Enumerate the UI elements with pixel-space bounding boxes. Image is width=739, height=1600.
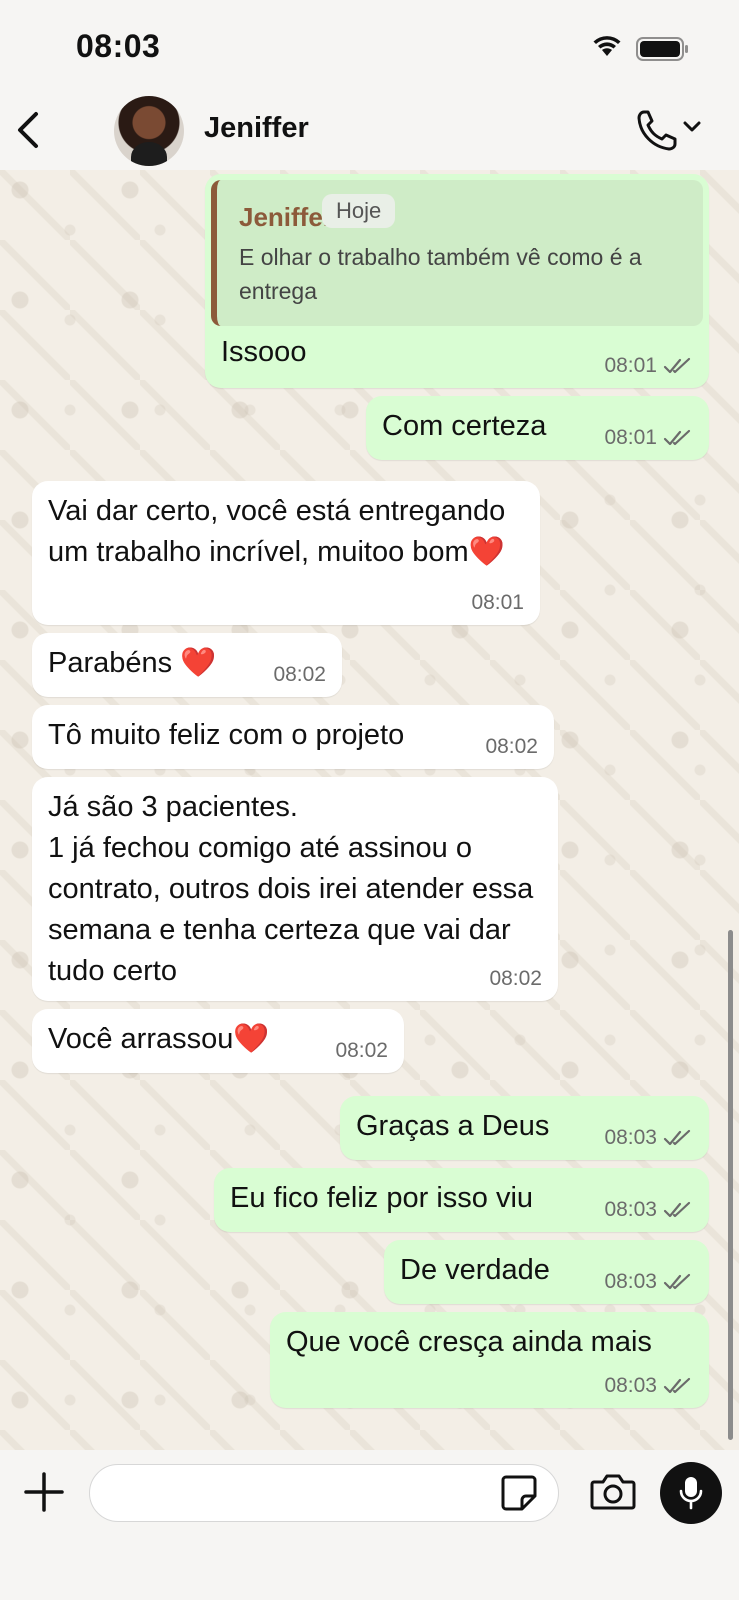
message-time: 08:02 — [485, 735, 538, 758]
message-time: 08:01 — [471, 591, 524, 614]
reply-quote-sender: Jeniffer — [239, 202, 333, 232]
message-time: 08:03 — [604, 1270, 657, 1293]
message-time: 08:02 — [335, 1039, 388, 1062]
microphone-icon — [679, 1477, 703, 1510]
contact-name[interactable]: Jeniffer — [204, 112, 309, 145]
double-check-icon — [663, 357, 691, 374]
chat-header: Jeniffer — [0, 90, 739, 170]
message-meta: 08:03 — [604, 1374, 693, 1398]
message-incoming[interactable]: Já são 3 pacientes. 1 já fechou comigo a… — [32, 777, 558, 1001]
message-meta: 08:03 — [604, 1126, 693, 1150]
message-meta: 08:03 — [604, 1270, 693, 1294]
message-outgoing[interactable]: Que você cresça ainda mais 08:03 — [270, 1312, 709, 1408]
camera-icon[interactable] — [590, 1472, 636, 1512]
message-time: 08:01 — [604, 426, 657, 449]
reply-quote[interactable]: Jeniffer E olhar o trabalho também vê co… — [211, 180, 703, 326]
message-incoming[interactable]: Você arrassou❤️ 08:02 — [32, 1009, 404, 1073]
message-meta: 08:02 — [489, 967, 542, 991]
double-check-icon — [663, 1201, 691, 1218]
message-time: 08:02 — [489, 967, 542, 990]
message-text: Vai dar certo, você está entregando um t… — [48, 495, 506, 568]
message-incoming[interactable]: Parabéns ❤️ 08:02 — [32, 633, 342, 697]
message-meta: 08:02 — [335, 1039, 388, 1063]
double-check-icon — [663, 429, 691, 446]
status-bar: 08:03 — [0, 0, 739, 90]
message-composer — [0, 1450, 739, 1600]
message-text: Tô muito feliz com o projeto — [48, 719, 405, 751]
message-text: Issooo — [221, 336, 307, 368]
microphone-button[interactable] — [660, 1462, 722, 1524]
reply-quote-text: E olhar o trabalho também vê como é a en… — [239, 244, 642, 304]
message-incoming[interactable]: Tô muito feliz com o projeto 08:02 — [32, 705, 554, 769]
sticker-icon[interactable] — [500, 1474, 538, 1512]
message-outgoing[interactable]: Eu fico feliz por isso viu 08:03 — [214, 1168, 709, 1232]
message-meta: 08:01 — [604, 354, 693, 378]
message-time: 08:02 — [273, 663, 326, 686]
plus-icon[interactable] — [24, 1472, 64, 1512]
double-check-icon — [663, 1377, 691, 1394]
chevron-down-icon[interactable] — [683, 120, 701, 134]
message-text: Que você cresça ainda mais — [286, 1326, 652, 1358]
message-outgoing[interactable]: De verdade 08:03 — [384, 1240, 709, 1304]
wifi-icon — [593, 36, 621, 56]
message-meta: 08:02 — [273, 663, 326, 687]
scrollbar[interactable] — [728, 930, 733, 1440]
message-text: Já são 3 pacientes. 1 já fechou comigo a… — [48, 791, 534, 987]
status-time: 08:03 — [76, 28, 161, 64]
message-incoming[interactable]: Vai dar certo, você está entregando um t… — [32, 481, 540, 625]
avatar[interactable] — [114, 96, 184, 166]
message-meta: 08:01 — [604, 426, 693, 450]
message-time: 08:01 — [604, 354, 657, 377]
chevron-left-icon[interactable] — [14, 110, 44, 150]
message-meta: 08:01 — [471, 591, 524, 615]
battery-icon — [636, 37, 688, 61]
double-check-icon — [663, 1273, 691, 1290]
phone-icon[interactable] — [636, 108, 678, 152]
message-time: 08:03 — [604, 1198, 657, 1221]
message-meta: 08:03 — [604, 1198, 693, 1222]
date-separator: Hoje — [322, 194, 396, 228]
message-outgoing[interactable]: Jeniffer E olhar o trabalho também vê co… — [205, 174, 709, 388]
message-outgoing[interactable]: Com certeza 08:01 — [366, 396, 709, 460]
message-list[interactable]: Jeniffer E olhar o trabalho também vê co… — [0, 170, 739, 1450]
message-time: 08:03 — [604, 1374, 657, 1397]
message-input[interactable] — [89, 1464, 559, 1522]
message-outgoing[interactable]: Graças a Deus 08:03 — [340, 1096, 709, 1160]
message-time: 08:03 — [604, 1126, 657, 1149]
double-check-icon — [663, 1129, 691, 1146]
message-meta: 08:02 — [485, 735, 538, 759]
